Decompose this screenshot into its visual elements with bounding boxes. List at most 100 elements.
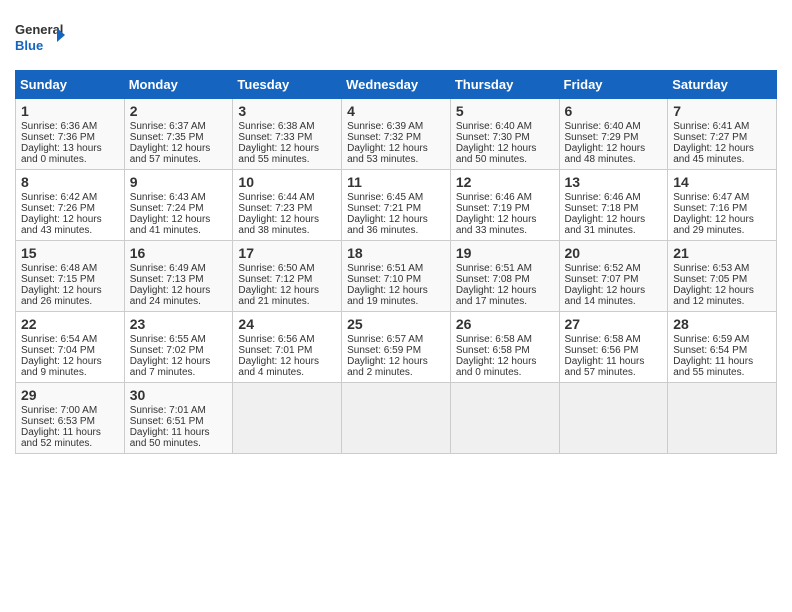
cell-line: Sunset: 7:13 PM — [130, 274, 228, 285]
cell-line: Daylight: 12 hours — [347, 214, 445, 225]
cell-line: and 17 minutes. — [456, 296, 554, 307]
cell-line: Daylight: 12 hours — [673, 285, 771, 296]
calendar-cell: 24Sunrise: 6:56 AMSunset: 7:01 PMDayligh… — [233, 312, 342, 383]
day-number: 9 — [130, 174, 228, 190]
cell-line: and 48 minutes. — [565, 154, 663, 165]
cell-line: Daylight: 12 hours — [21, 356, 119, 367]
calendar-cell — [668, 383, 777, 454]
calendar-cell: 25Sunrise: 6:57 AMSunset: 6:59 PMDayligh… — [342, 312, 451, 383]
cell-line: Daylight: 12 hours — [565, 143, 663, 154]
cell-line: Sunset: 6:58 PM — [456, 345, 554, 356]
calendar-cell: 12Sunrise: 6:46 AMSunset: 7:19 PMDayligh… — [450, 170, 559, 241]
calendar-cell: 15Sunrise: 6:48 AMSunset: 7:15 PMDayligh… — [16, 241, 125, 312]
calendar-cell: 21Sunrise: 6:53 AMSunset: 7:05 PMDayligh… — [668, 241, 777, 312]
day-number: 7 — [673, 103, 771, 119]
cell-line: Sunset: 7:07 PM — [565, 274, 663, 285]
day-number: 8 — [21, 174, 119, 190]
cell-line: Sunrise: 6:46 AM — [456, 192, 554, 203]
cell-line: and 53 minutes. — [347, 154, 445, 165]
calendar-cell: 2Sunrise: 6:37 AMSunset: 7:35 PMDaylight… — [124, 99, 233, 170]
cell-line: Sunrise: 6:50 AM — [238, 263, 336, 274]
cell-line: Sunrise: 6:47 AM — [673, 192, 771, 203]
cell-line: and 57 minutes. — [565, 367, 663, 378]
logo-svg: General Blue — [15, 18, 65, 62]
day-number: 3 — [238, 103, 336, 119]
cell-line: and 36 minutes. — [347, 225, 445, 236]
cell-line: Daylight: 12 hours — [21, 214, 119, 225]
cell-line: Sunrise: 6:46 AM — [565, 192, 663, 203]
cell-line: Daylight: 12 hours — [456, 214, 554, 225]
cell-line: Daylight: 12 hours — [347, 143, 445, 154]
cell-line: Daylight: 12 hours — [565, 285, 663, 296]
cell-line: Daylight: 12 hours — [130, 356, 228, 367]
cell-line: Sunset: 7:08 PM — [456, 274, 554, 285]
day-number: 20 — [565, 245, 663, 261]
cell-line: Sunset: 7:21 PM — [347, 203, 445, 214]
day-number: 14 — [673, 174, 771, 190]
cell-line: Sunrise: 6:51 AM — [456, 263, 554, 274]
cell-line: and 57 minutes. — [130, 154, 228, 165]
cell-line: Sunset: 7:29 PM — [565, 132, 663, 143]
cell-line: Daylight: 12 hours — [130, 143, 228, 154]
day-number: 18 — [347, 245, 445, 261]
calendar-cell: 10Sunrise: 6:44 AMSunset: 7:23 PMDayligh… — [233, 170, 342, 241]
calendar-cell: 29Sunrise: 7:00 AMSunset: 6:53 PMDayligh… — [16, 383, 125, 454]
calendar-cell: 8Sunrise: 6:42 AMSunset: 7:26 PMDaylight… — [16, 170, 125, 241]
cell-line: Sunset: 7:05 PM — [673, 274, 771, 285]
cell-line: Sunset: 6:53 PM — [21, 416, 119, 427]
cell-line: Sunset: 7:01 PM — [238, 345, 336, 356]
calendar-cell: 13Sunrise: 6:46 AMSunset: 7:18 PMDayligh… — [559, 170, 668, 241]
cell-line: Sunrise: 6:40 AM — [456, 121, 554, 132]
day-number: 21 — [673, 245, 771, 261]
cell-line: Daylight: 12 hours — [456, 285, 554, 296]
day-number: 2 — [130, 103, 228, 119]
cell-line: Sunrise: 7:01 AM — [130, 405, 228, 416]
cell-line: Sunrise: 6:55 AM — [130, 334, 228, 345]
cell-line: Daylight: 11 hours — [130, 427, 228, 438]
svg-text:General: General — [15, 22, 63, 37]
col-header-sunday: Sunday — [16, 71, 125, 99]
day-number: 4 — [347, 103, 445, 119]
day-number: 5 — [456, 103, 554, 119]
cell-line: Sunrise: 6:36 AM — [21, 121, 119, 132]
cell-line: Daylight: 12 hours — [456, 143, 554, 154]
cell-line: Sunrise: 6:58 AM — [565, 334, 663, 345]
col-header-friday: Friday — [559, 71, 668, 99]
cell-line: Sunset: 7:24 PM — [130, 203, 228, 214]
cell-line: Daylight: 11 hours — [565, 356, 663, 367]
cell-line: Daylight: 12 hours — [238, 285, 336, 296]
calendar-cell: 27Sunrise: 6:58 AMSunset: 6:56 PMDayligh… — [559, 312, 668, 383]
day-number: 29 — [21, 387, 119, 403]
cell-line: Sunset: 7:26 PM — [21, 203, 119, 214]
day-number: 10 — [238, 174, 336, 190]
cell-line: Daylight: 12 hours — [238, 214, 336, 225]
cell-line: Sunset: 7:35 PM — [130, 132, 228, 143]
cell-line: and 31 minutes. — [565, 225, 663, 236]
cell-line: Sunrise: 6:48 AM — [21, 263, 119, 274]
cell-line: Sunrise: 6:52 AM — [565, 263, 663, 274]
cell-line: Daylight: 13 hours — [21, 143, 119, 154]
calendar-cell: 4Sunrise: 6:39 AMSunset: 7:32 PMDaylight… — [342, 99, 451, 170]
cell-line: Daylight: 12 hours — [565, 214, 663, 225]
cell-line: Sunset: 7:15 PM — [21, 274, 119, 285]
calendar-cell: 17Sunrise: 6:50 AMSunset: 7:12 PMDayligh… — [233, 241, 342, 312]
calendar-cell: 6Sunrise: 6:40 AMSunset: 7:29 PMDaylight… — [559, 99, 668, 170]
calendar-cell: 18Sunrise: 6:51 AMSunset: 7:10 PMDayligh… — [342, 241, 451, 312]
calendar-cell: 30Sunrise: 7:01 AMSunset: 6:51 PMDayligh… — [124, 383, 233, 454]
col-header-tuesday: Tuesday — [233, 71, 342, 99]
page-header: General Blue — [15, 10, 777, 62]
calendar-cell — [450, 383, 559, 454]
cell-line: and 14 minutes. — [565, 296, 663, 307]
day-number: 24 — [238, 316, 336, 332]
calendar-cell — [559, 383, 668, 454]
cell-line: and 33 minutes. — [456, 225, 554, 236]
calendar-cell: 19Sunrise: 6:51 AMSunset: 7:08 PMDayligh… — [450, 241, 559, 312]
cell-line: Sunset: 6:56 PM — [565, 345, 663, 356]
cell-line: and 0 minutes. — [456, 367, 554, 378]
col-header-wednesday: Wednesday — [342, 71, 451, 99]
calendar-table: SundayMondayTuesdayWednesdayThursdayFrid… — [15, 70, 777, 454]
cell-line: Daylight: 12 hours — [238, 356, 336, 367]
calendar-cell: 5Sunrise: 6:40 AMSunset: 7:30 PMDaylight… — [450, 99, 559, 170]
cell-line: Sunset: 7:12 PM — [238, 274, 336, 285]
day-number: 16 — [130, 245, 228, 261]
